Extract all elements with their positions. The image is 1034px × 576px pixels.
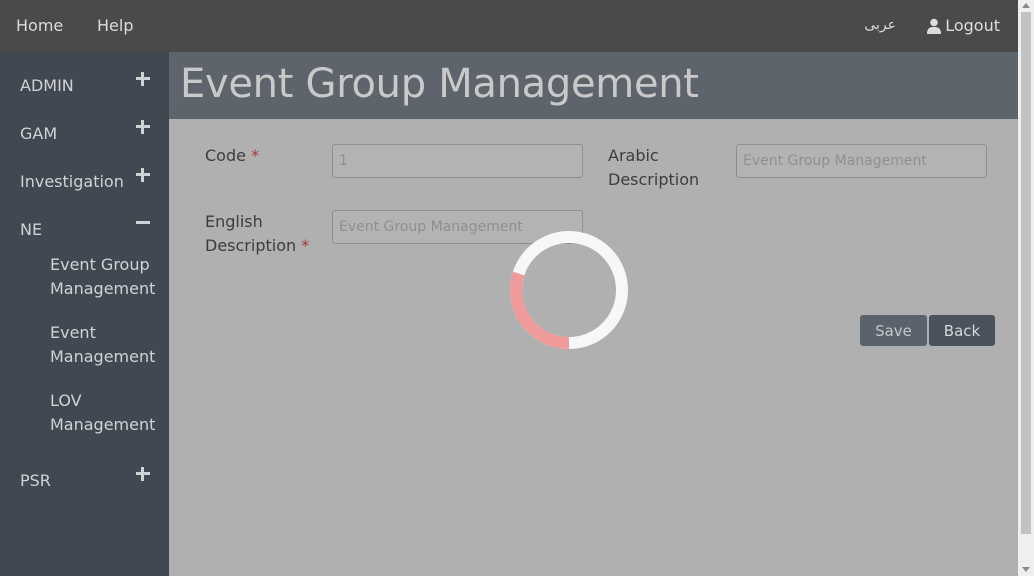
required-mark: * [251, 146, 260, 165]
code-label-text: Code [205, 146, 246, 165]
english-description-label-line: Description [205, 236, 297, 255]
sidebar-item-gam[interactable]: GAM [0, 112, 169, 152]
plus-icon[interactable] [136, 467, 150, 481]
sidebar-item-label: Investigation [20, 172, 124, 191]
page-header: Event Group Management [169, 52, 1018, 119]
sidebar-subitem-label: Management [50, 415, 156, 434]
nav-home-link[interactable]: Home [16, 16, 63, 35]
sidebar-subitem-event-group-management[interactable]: Event Group Management [50, 253, 160, 301]
plus-icon[interactable] [136, 72, 150, 86]
english-description-label: English Description * [205, 210, 309, 258]
sidebar-subitem-event-management[interactable]: Event Management [50, 321, 160, 369]
sidebar-subitem-label: Management [50, 279, 156, 298]
arabic-description-label: Arabic Description [608, 144, 699, 192]
user-icon [927, 18, 942, 34]
code-label: Code * [205, 144, 259, 168]
sidebar: ADMIN GAM Investigation NE Event Group M… [0, 52, 169, 576]
sidebar-item-ne[interactable]: NE [0, 208, 169, 248]
sidebar-item-label: NE [20, 220, 43, 239]
sidebar-item-admin[interactable]: ADMIN [0, 64, 169, 104]
code-field[interactable] [332, 144, 583, 178]
required-mark: * [301, 236, 310, 255]
logout-label: Logout [945, 16, 1000, 35]
back-button[interactable]: Back [929, 315, 995, 346]
loading-spinner-icon [510, 231, 628, 349]
sidebar-item-label: GAM [20, 124, 58, 143]
sidebar-item-label: ADMIN [20, 76, 74, 95]
sidebar-subitem-label: Event [50, 323, 96, 342]
plus-icon[interactable] [136, 168, 150, 182]
scroll-up-arrow-icon[interactable] [1022, 3, 1030, 8]
sidebar-item-investigation[interactable]: Investigation [0, 160, 169, 200]
sidebar-item-psr[interactable]: PSR [0, 459, 169, 499]
top-navbar: Home Help عربى Logout [0, 0, 1018, 52]
language-switch-link[interactable]: عربى [864, 17, 896, 33]
sidebar-subitem-lov-management[interactable]: LOV Management [50, 389, 160, 437]
page-title: Event Group Management [180, 61, 699, 107]
scrollbar[interactable] [1018, 0, 1034, 576]
logout-link[interactable]: Logout [926, 16, 1000, 35]
english-description-label-line: English [205, 212, 263, 231]
sidebar-subitem-label: LOV [50, 391, 82, 410]
sidebar-subitem-label: Management [50, 347, 156, 366]
sidebar-subitem-label: Event Group [50, 255, 150, 274]
nav-help-link[interactable]: Help [97, 16, 133, 35]
arabic-description-label-line: Arabic [608, 146, 659, 165]
save-button[interactable]: Save [860, 315, 927, 346]
arabic-description-field[interactable] [736, 144, 987, 178]
minus-icon[interactable] [136, 216, 150, 230]
scrollbar-thumb[interactable] [1021, 12, 1031, 534]
arabic-description-label-line: Description [608, 170, 700, 189]
scroll-down-arrow-icon[interactable] [1022, 567, 1030, 572]
plus-icon[interactable] [136, 120, 150, 134]
sidebar-item-label: PSR [20, 471, 51, 490]
